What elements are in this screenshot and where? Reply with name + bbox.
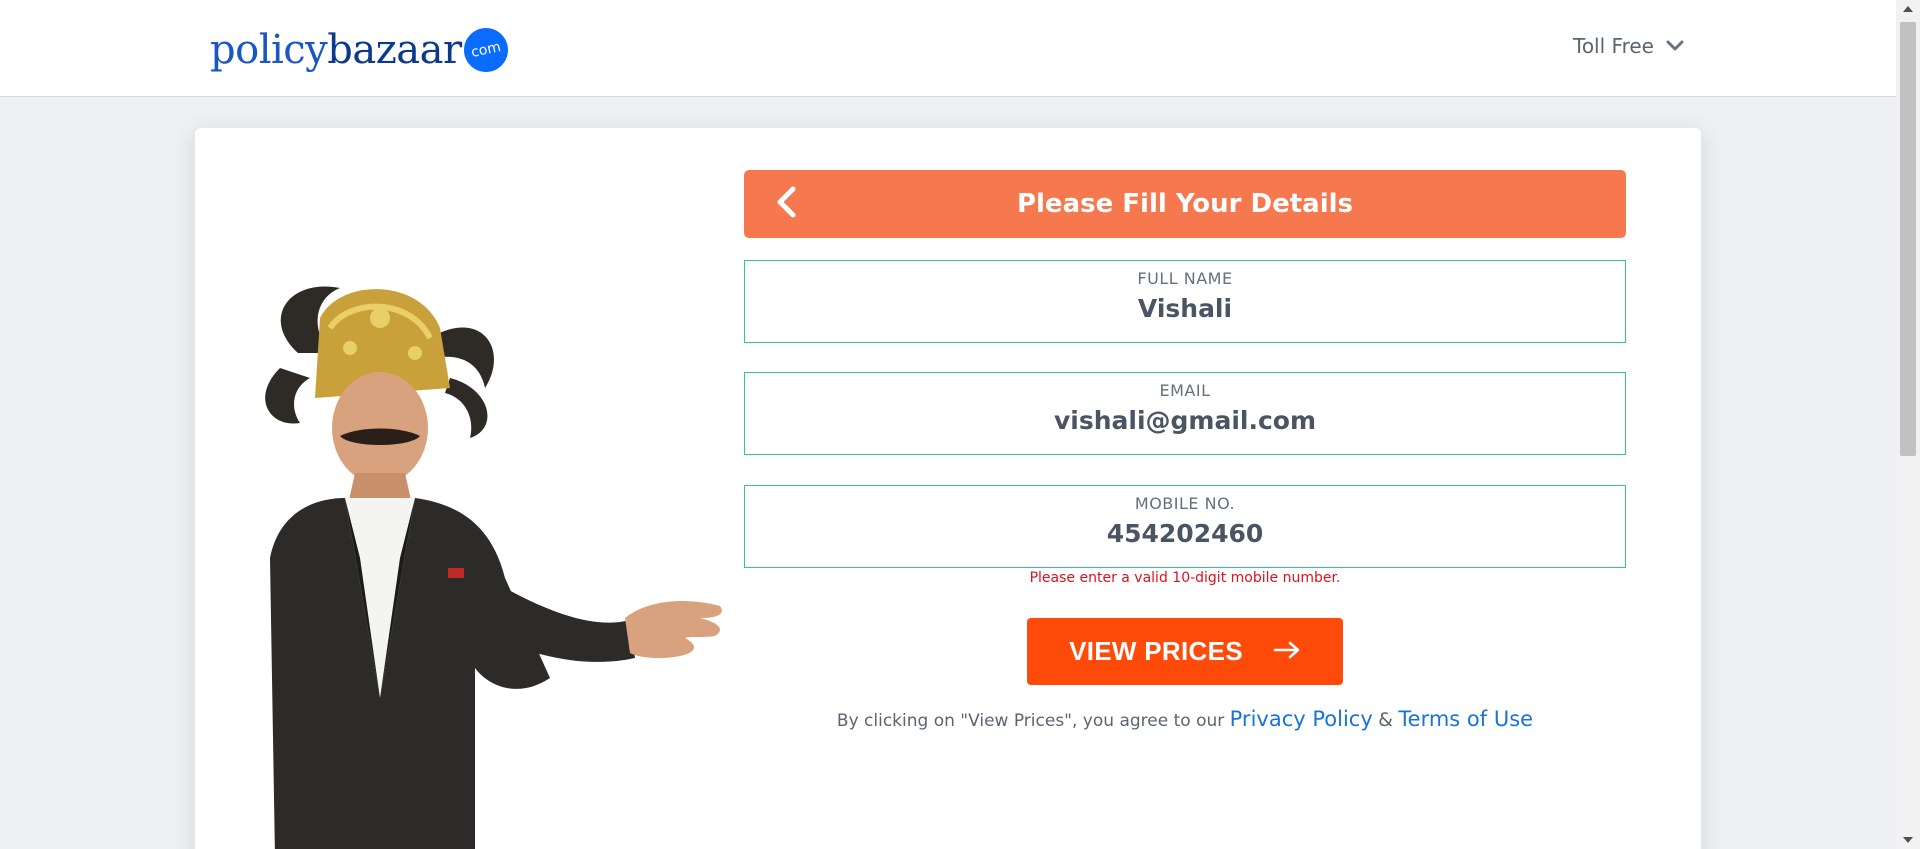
form-header-bar: Please Fill Your Details [744,170,1626,238]
logo-text-bazaar: bazaar [327,27,462,73]
scrollbar-thumb[interactable] [1900,22,1916,456]
full-name-input[interactable]: Vishali [745,294,1625,323]
toll-free-label: Toll Free [1573,34,1654,58]
view-prices-label: VIEW PRICES [1069,636,1243,666]
arrow-right-icon [1273,641,1301,662]
scroll-down-icon[interactable] [1896,831,1920,849]
chevron-left-icon [775,186,797,222]
privacy-policy-link[interactable]: Privacy Policy [1230,707,1373,731]
consent-ampersand: & [1378,709,1393,731]
chevron-down-icon [1666,40,1684,52]
email-field[interactable]: EMAIL vishali@gmail.com [744,372,1626,455]
back-button[interactable] [766,184,806,224]
mascot-image [220,258,730,849]
view-prices-button[interactable]: VIEW PRICES [1027,618,1343,685]
logo-text-policy: policy [210,27,328,73]
details-form: Please Fill Your Details FULL NAME Visha… [744,170,1626,731]
mobile-input[interactable]: 454202460 [745,519,1625,548]
full-name-label: FULL NAME [1137,269,1233,288]
policybazaar-logo[interactable]: policybazaar com [210,23,512,77]
top-header: policybazaar com Toll Free [0,0,1896,97]
terms-of-use-link[interactable]: Terms of Use [1398,707,1533,731]
consent-text: By clicking on "View Prices", you agree … [744,707,1626,731]
scroll-up-icon[interactable] [1896,0,1920,18]
form-title: Please Fill Your Details [1016,189,1354,219]
consent-prefix: By clicking on "View Prices", you agree … [836,711,1225,731]
email-label: EMAIL [1159,381,1211,400]
full-name-field[interactable]: FULL NAME Vishali [744,260,1626,343]
vertical-scrollbar[interactable] [1896,0,1920,849]
mobile-label: MOBILE NO. [1134,494,1236,513]
mobile-field[interactable]: MOBILE NO. 454202460 [744,485,1626,568]
mobile-error-message: Please enter a valid 10-digit mobile num… [1029,570,1341,586]
email-input[interactable]: vishali@gmail.com [745,406,1625,435]
logo-badge: com [459,23,512,77]
logo-wordmark: policybazaar [210,30,462,70]
toll-free-dropdown[interactable]: Toll Free [1573,34,1684,58]
